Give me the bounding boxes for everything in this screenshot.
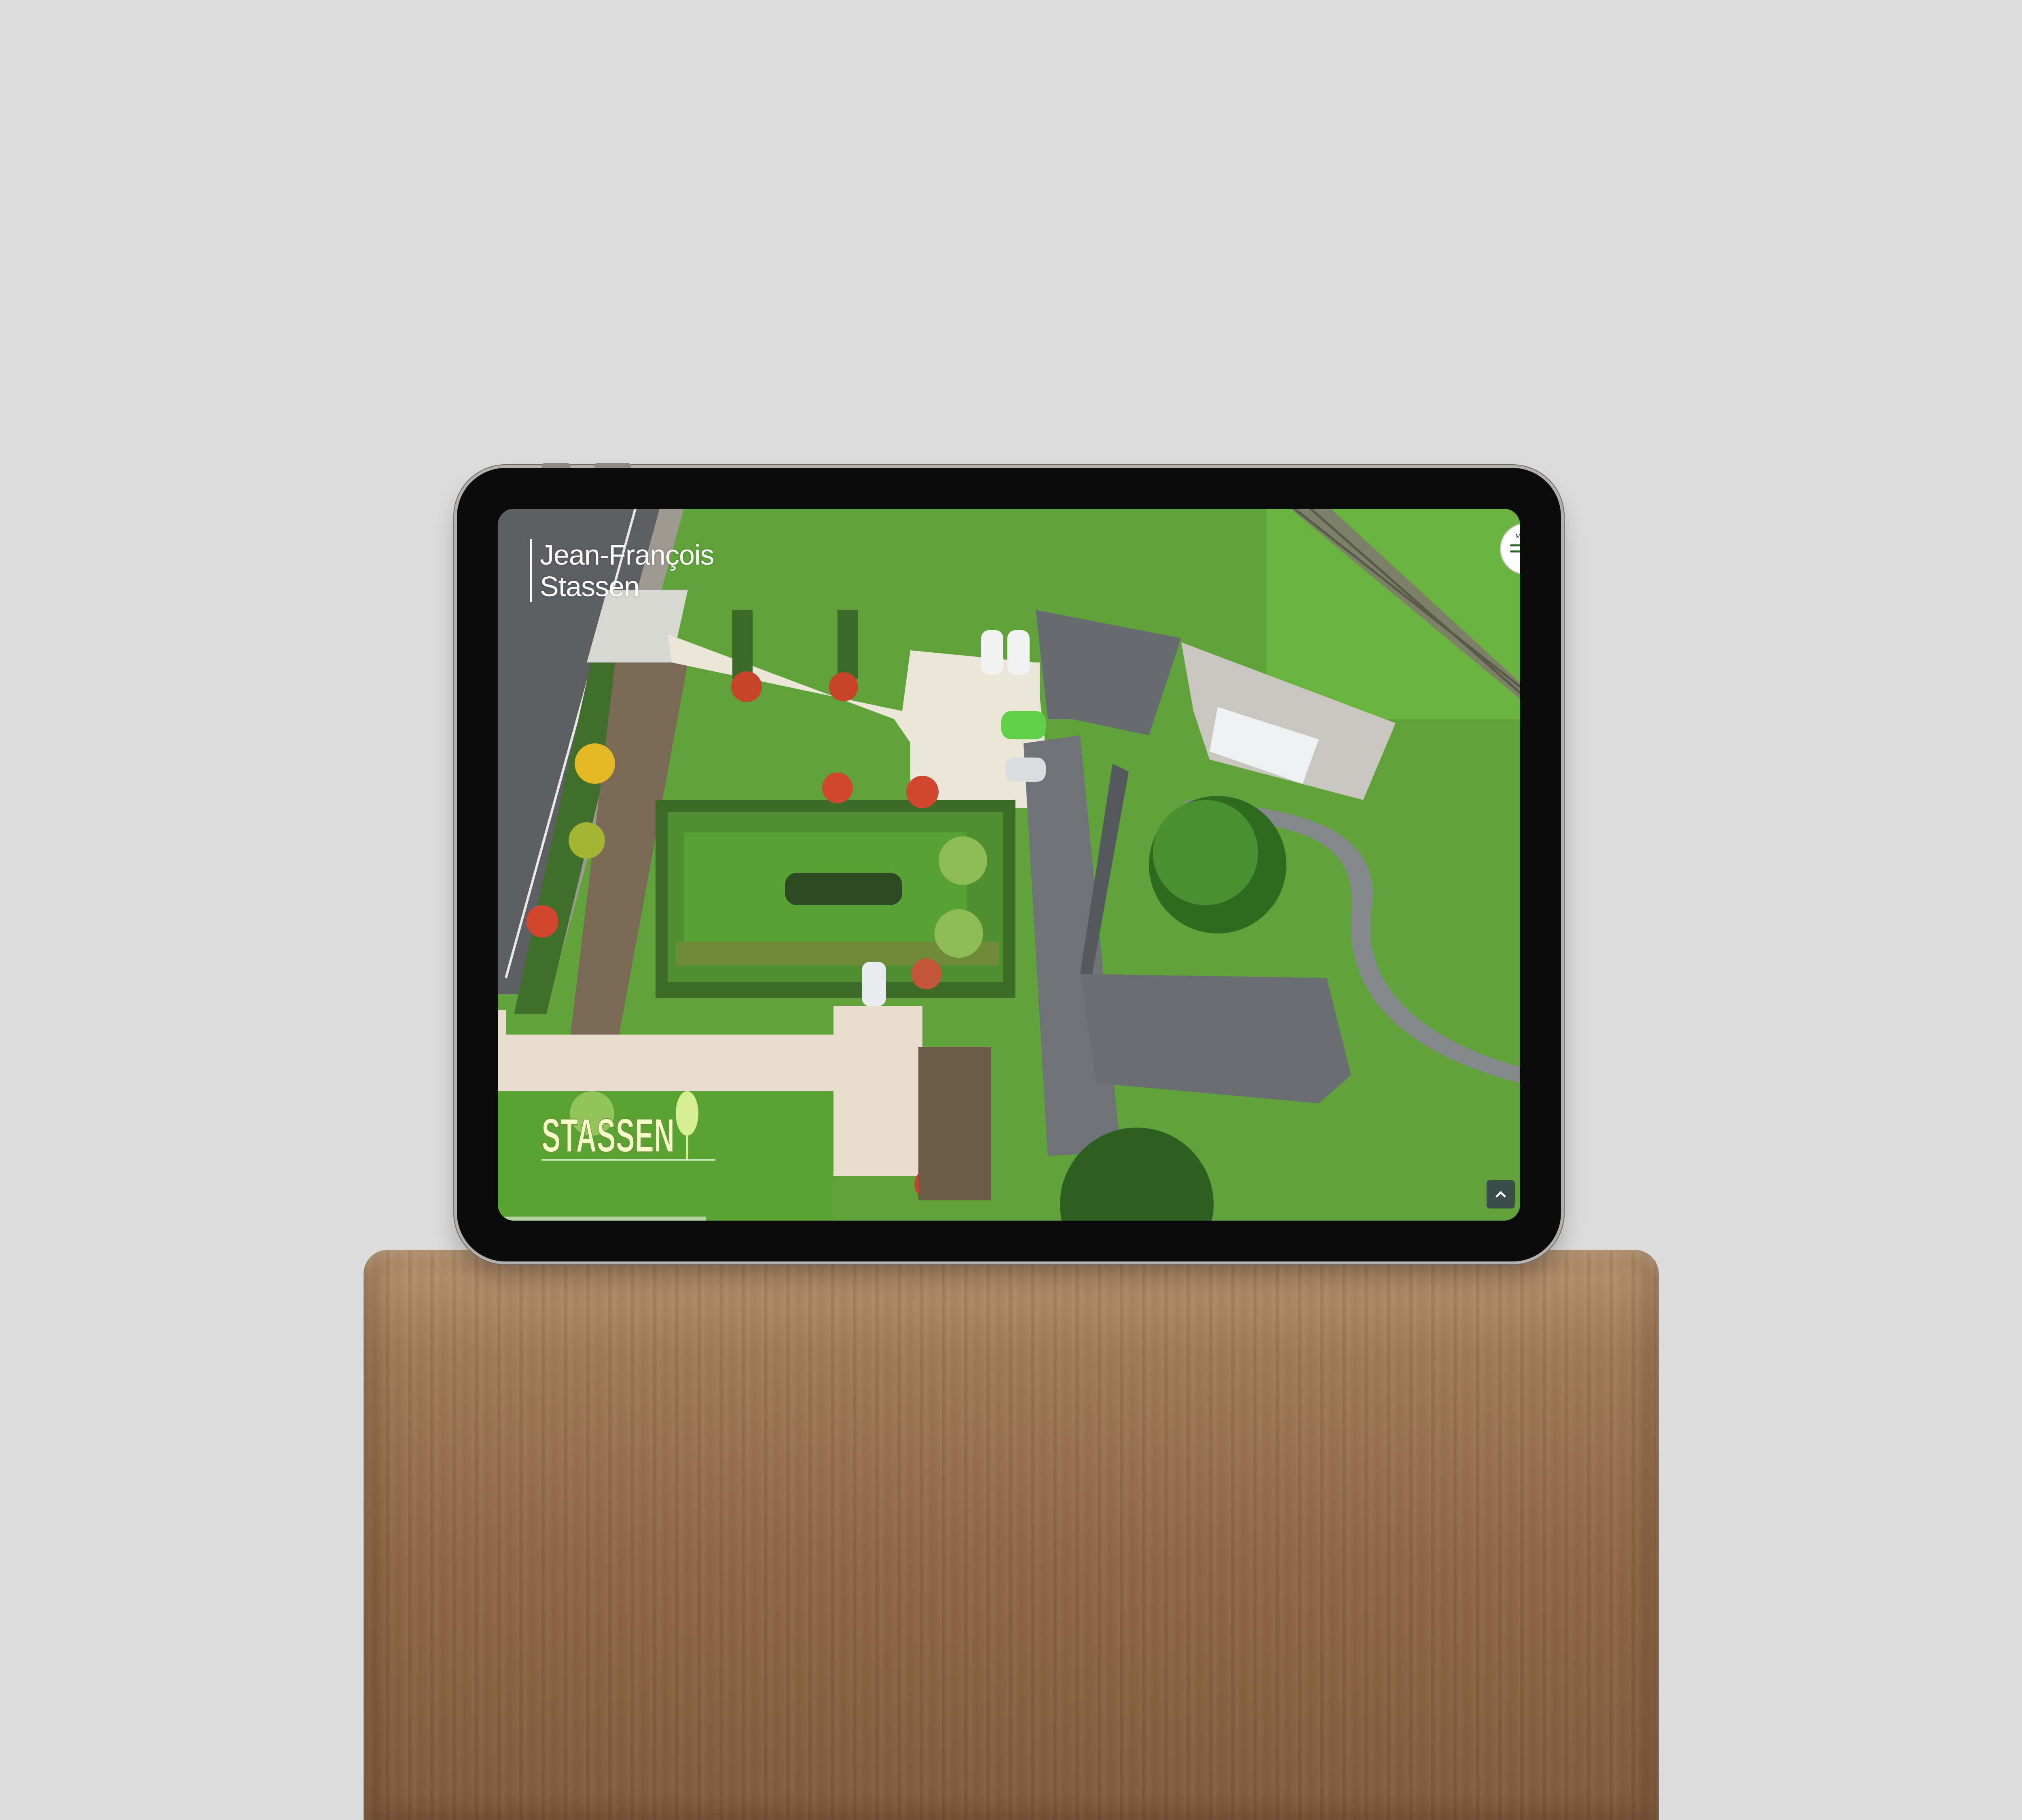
hamburger-icon xyxy=(1510,544,1520,557)
back-to-top-button[interactable] xyxy=(1487,1180,1515,1208)
tablet-button xyxy=(542,463,570,468)
tablet-screen: Jean-François Stassen MENU STASSEN xyxy=(498,509,1520,1221)
site-brand[interactable]: Jean-François Stassen xyxy=(530,539,715,602)
stassen-logo: STASSEN xyxy=(541,1091,715,1164)
brand-last-name: Stassen xyxy=(540,571,640,602)
chevron-up-icon xyxy=(1495,1191,1506,1198)
brand-first-name: Jean-François xyxy=(540,539,715,571)
menu-label: MENU xyxy=(1515,532,1520,540)
svg-text:STASSEN: STASSEN xyxy=(541,1109,675,1162)
wooden-pedestal xyxy=(364,1250,1659,1820)
tablet-device: Jean-François Stassen MENU STASSEN xyxy=(457,463,1561,1261)
tablet-volume-button xyxy=(594,463,631,468)
scroll-progress-bar xyxy=(498,1217,706,1221)
